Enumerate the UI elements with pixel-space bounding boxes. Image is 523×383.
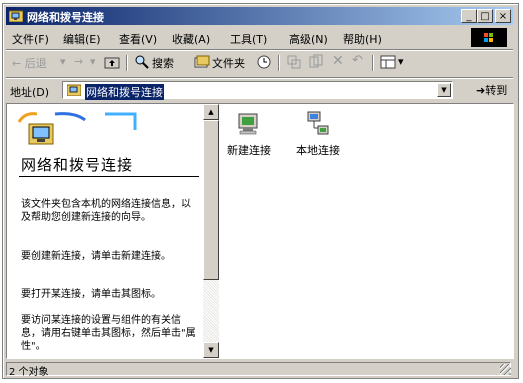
menu-bar: 文件(F) 编辑(E) 查看(V) 收藏(A) 工具(T) 高级(N) 帮助(H… [6,28,513,48]
views-icon[interactable] [380,54,396,73]
move-to-icon[interactable] [286,54,302,73]
address-dropdown-icon[interactable]: ▼ [437,83,451,97]
window-title: 网络和拨号连接 [27,11,104,24]
minimize-button[interactable]: _ [461,9,477,23]
menu-tools[interactable]: 工具(T) [230,31,267,47]
menu-favorites[interactable]: 收藏(A) [172,31,210,47]
menu-advanced[interactable]: 高级(N) [289,31,328,47]
pane-properties-hint: 要访问某连接的设置与组件的有关信息，请用右键单击其图标，然后单击"属性"。 [21,315,196,352]
copy-to-icon[interactable] [308,54,324,73]
network-banner-icon [17,112,137,145]
windows-logo-icon [471,28,507,47]
toolbar: ← 后退 ▾ → ▾ 搜索 文件夹 ✕ ↶ ▾ [6,51,513,75]
delete-icon[interactable]: ✕ [332,53,344,69]
toolbar-divider [126,55,128,71]
local-area-connection-icon [304,110,332,138]
address-bar: 地址(D) 网络和拨号连接 ▼ ➜转到 [6,79,513,101]
close-button[interactable]: × [495,9,511,23]
folders-icon[interactable] [194,54,210,73]
toolbar-divider [372,55,374,71]
toolbar-divider [278,55,280,71]
new-connection-wizard-icon [235,110,263,138]
pane-description: 该文件夹包含本机的网络连接信息，以及帮助您创建新连接的向导。 [21,199,191,223]
undo-icon[interactable]: ↶ [352,53,363,68]
status-bar: 2 个对象 [6,361,513,378]
back-button[interactable]: ← 后退 [12,55,47,71]
scroll-down-icon[interactable]: ▼ [203,342,219,358]
menu-file[interactable]: 文件(F) [12,31,49,47]
forward-button[interactable]: → [74,55,83,68]
pane-create-hint: 要创建新连接，请单击新建连接。 [21,251,171,262]
pane-title-rule [19,176,199,177]
scroll-thumb[interactable] [203,120,219,280]
status-object-count: 2 个对象 [9,367,49,378]
up-folder-icon[interactable] [104,54,120,73]
history-icon[interactable] [256,54,272,73]
address-label: 地址(D) [10,86,50,99]
network-folder-icon [9,10,23,22]
network-folder-icon [67,84,81,96]
resize-grip-icon[interactable] [500,364,511,375]
address-field[interactable]: 网络和拨号连接 ▼ [62,81,453,100]
search-button[interactable]: 搜索 [152,55,174,71]
web-view-pane: 网络和拨号连接 该文件夹包含本机的网络连接信息，以及帮助您创建新连接的向导。 要… [7,104,203,358]
back-dropdown-icon[interactable]: ▾ [60,55,66,68]
go-arrow-icon: ➜ [476,84,486,97]
views-dropdown-icon[interactable]: ▾ [398,55,404,68]
status-panel: 2 个对象 [6,362,511,378]
pane-title: 网络和拨号连接 [21,156,134,174]
forward-dropdown-icon[interactable]: ▾ [90,55,96,68]
explorer-window: 网络和拨号连接 _ □ × 文件(F) 编辑(E) 查看(V) 收藏(A) 工具… [2,3,519,379]
icon-new-connection[interactable]: 新建连接 [219,110,279,158]
go-button[interactable]: ➜转到 [476,82,507,98]
menu-help[interactable]: 帮助(H) [343,31,382,47]
search-icon[interactable] [134,54,150,73]
go-label: 转到 [485,84,508,97]
pane-open-hint: 要打开某连接，请单击其图标。 [21,289,161,300]
folders-button[interactable]: 文件夹 [212,55,245,71]
vertical-scrollbar[interactable]: ▲ ▼ [203,104,219,358]
icon-label: 本地连接 [296,144,340,157]
icon-label: 新建连接 [227,144,271,157]
menu-view[interactable]: 查看(V) [119,31,157,47]
icon-local-connection[interactable]: 本地连接 [288,110,348,158]
address-value[interactable]: 网络和拨号连接 [85,84,164,100]
scroll-up-icon[interactable]: ▲ [203,104,219,120]
content-area: 网络和拨号连接 该文件夹包含本机的网络连接信息，以及帮助您创建新连接的向导。 要… [6,103,514,359]
title-bar[interactable]: 网络和拨号连接 _ □ × [6,7,513,25]
maximize-button[interactable]: □ [477,9,493,23]
menu-edit[interactable]: 编辑(E) [63,31,101,47]
